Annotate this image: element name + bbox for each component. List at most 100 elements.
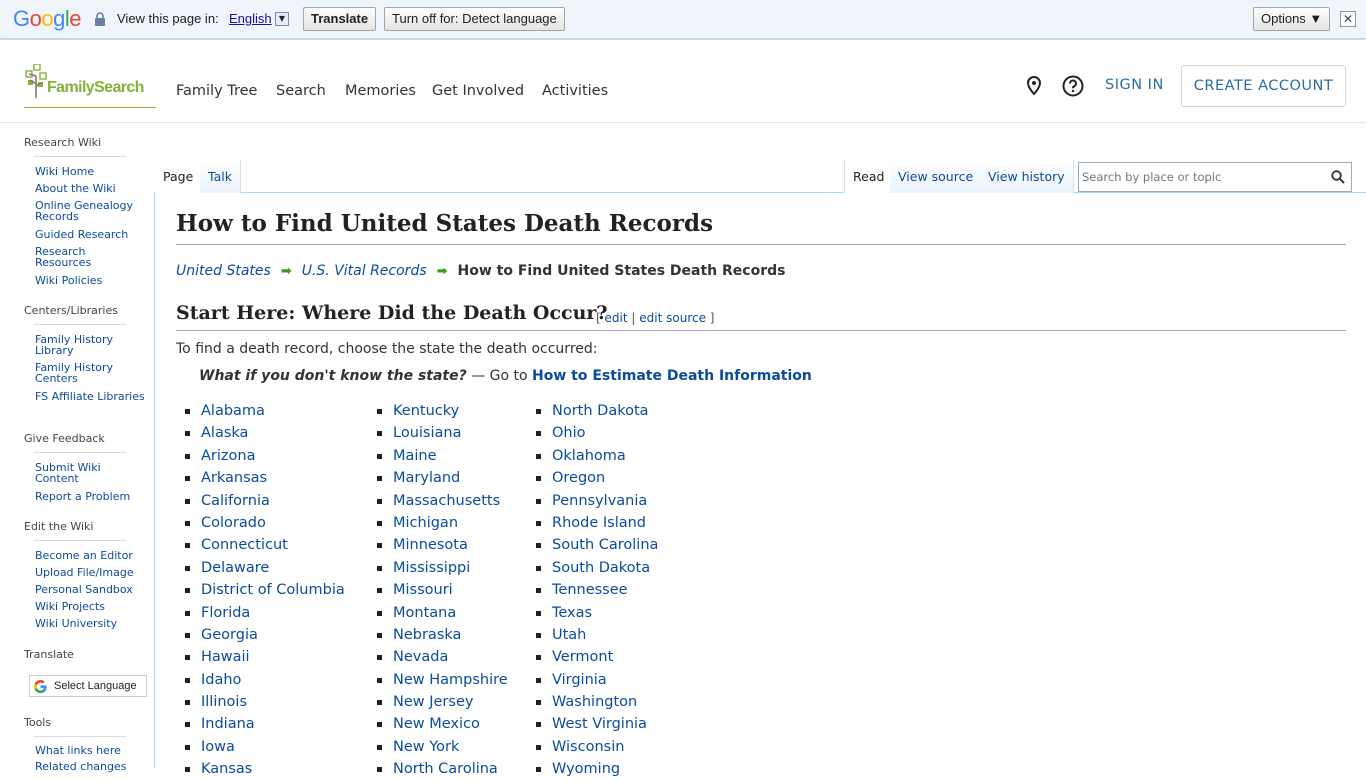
sidebar-item-fh-centers[interactable]: Family History Centers: [35, 362, 145, 384]
nav-get-involved[interactable]: Get Involved: [432, 83, 524, 99]
breadcrumb-vital-records[interactable]: U.S. Vital Records: [302, 263, 427, 279]
sidebar-item-wiki-university[interactable]: Wiki University: [35, 618, 145, 629]
state-link[interactable]: Connecticut: [201, 537, 288, 553]
sidebar-item-wiki-projects[interactable]: Wiki Projects: [35, 601, 145, 612]
state-link[interactable]: New Hampshire: [393, 672, 508, 688]
help-icon[interactable]: [1062, 75, 1084, 97]
state-link[interactable]: Missouri: [393, 582, 453, 598]
state-link[interactable]: New Jersey: [393, 694, 473, 710]
sidebar-item-report-problem[interactable]: Report a Problem: [35, 491, 145, 502]
sidebar-item-wiki-policies[interactable]: Wiki Policies: [35, 275, 145, 286]
state-link[interactable]: New Mexico: [393, 716, 480, 732]
sidebar-item-fh-library[interactable]: Family History Library: [35, 334, 145, 356]
state-link[interactable]: Kentucky: [393, 403, 459, 419]
state-link[interactable]: Vermont: [552, 649, 613, 665]
state-link[interactable]: West Virginia: [552, 716, 647, 732]
language-link[interactable]: English: [229, 11, 272, 26]
state-link[interactable]: Mississippi: [393, 560, 470, 576]
state-link[interactable]: Pennsylvania: [552, 493, 647, 509]
state-link[interactable]: Texas: [552, 605, 592, 621]
sign-in-link[interactable]: SIGN IN: [1105, 77, 1164, 93]
state-link[interactable]: South Carolina: [552, 537, 658, 553]
state-link[interactable]: Iowa: [201, 739, 235, 755]
nav-search[interactable]: Search: [276, 83, 326, 99]
state-link[interactable]: New York: [393, 739, 459, 755]
sidebar-item-fs-affiliate[interactable]: FS Affiliate Libraries: [35, 391, 145, 402]
state-link[interactable]: North Carolina: [393, 761, 498, 777]
translate-button[interactable]: Translate: [303, 7, 377, 31]
state-link[interactable]: Georgia: [201, 627, 258, 643]
familysearch-logo[interactable]: FamilySearch: [24, 64, 156, 108]
state-link[interactable]: Alabama: [201, 403, 265, 419]
state-link[interactable]: Indiana: [201, 716, 255, 732]
chevron-down-icon[interactable]: ▼: [275, 12, 289, 26]
nav-activities[interactable]: Activities: [542, 83, 608, 99]
sidebar-item-what-links[interactable]: What links here: [35, 745, 145, 756]
edit-source-link[interactable]: edit source: [639, 311, 706, 325]
state-link[interactable]: Massachusetts: [393, 493, 500, 509]
state-link[interactable]: Maryland: [393, 470, 460, 486]
search-icon[interactable]: [1331, 170, 1345, 184]
state-link[interactable]: Washington: [552, 694, 637, 710]
state-link[interactable]: Delaware: [201, 560, 269, 576]
state-link[interactable]: Utah: [552, 627, 586, 643]
sidebar-item-wiki-home[interactable]: Wiki Home: [35, 166, 145, 177]
sidebar: Research Wiki Wiki Home About the Wiki O…: [0, 124, 155, 772]
sidebar-item-submit-content[interactable]: Submit Wiki Content: [35, 462, 145, 484]
state-link[interactable]: Wyoming: [552, 761, 620, 777]
sidebar-item-related-changes[interactable]: Related changes: [35, 761, 145, 772]
estimate-death-info-link[interactable]: How to Estimate Death Information: [532, 368, 812, 384]
sidebar-item-online-genealogy[interactable]: Online Genealogy Records: [35, 200, 145, 222]
state-link[interactable]: District of Columbia: [201, 582, 345, 598]
tab-view-source[interactable]: View source: [890, 160, 983, 193]
state-link[interactable]: Tennessee: [552, 582, 628, 598]
state-link[interactable]: Michigan: [393, 515, 458, 531]
state-link[interactable]: Virginia: [552, 672, 607, 688]
state-link[interactable]: Illinois: [201, 694, 247, 710]
state-link[interactable]: Arizona: [201, 448, 255, 464]
tab-page[interactable]: Page: [155, 160, 203, 193]
state-link[interactable]: Ohio: [552, 425, 586, 441]
state-link[interactable]: Idaho: [201, 672, 241, 688]
nav-memories[interactable]: Memories: [345, 83, 416, 99]
select-language-dropdown[interactable]: Select Language: [29, 675, 147, 697]
tab-view-history[interactable]: View history: [980, 160, 1074, 193]
turn-off-button[interactable]: Turn off for: Detect language: [384, 7, 565, 31]
state-link[interactable]: Oklahoma: [552, 448, 626, 464]
sidebar-item-research-resources[interactable]: Research Resources: [35, 246, 145, 268]
tab-talk[interactable]: Talk: [200, 160, 241, 193]
state-link[interactable]: Hawaii: [201, 649, 250, 665]
state-link[interactable]: California: [201, 493, 270, 509]
state-link[interactable]: Kansas: [201, 761, 252, 777]
sidebar-item-become-editor[interactable]: Become an Editor: [35, 550, 145, 561]
state-link[interactable]: Florida: [201, 605, 250, 621]
edit-link[interactable]: edit: [605, 311, 628, 325]
search-input[interactable]: [1082, 170, 1322, 184]
nav-family-tree[interactable]: Family Tree: [176, 83, 257, 99]
sidebar-item-guided-research[interactable]: Guided Research: [35, 229, 145, 240]
state-link[interactable]: Alaska: [201, 425, 248, 441]
state-link[interactable]: Maine: [393, 448, 437, 464]
close-icon[interactable]: ✕: [1340, 11, 1356, 27]
tab-read[interactable]: Read: [844, 160, 894, 193]
breadcrumb-united-states[interactable]: United States: [176, 263, 271, 279]
state-link[interactable]: Nebraska: [393, 627, 461, 643]
state-link[interactable]: Montana: [393, 605, 456, 621]
sidebar-item-about-wiki[interactable]: About the Wiki: [35, 183, 145, 194]
sidebar-item-sandbox[interactable]: Personal Sandbox: [35, 584, 145, 595]
state-link[interactable]: Colorado: [201, 515, 266, 531]
state-link[interactable]: Minnesota: [393, 537, 468, 553]
location-pin-icon[interactable]: [1025, 76, 1043, 96]
state-link[interactable]: Wisconsin: [552, 739, 624, 755]
create-account-button[interactable]: CREATE ACCOUNT: [1181, 65, 1346, 107]
list-item: Alaska: [177, 423, 345, 445]
state-link[interactable]: Arkansas: [201, 470, 267, 486]
sidebar-item-upload[interactable]: Upload File/Image: [35, 567, 145, 578]
state-link[interactable]: Louisiana: [393, 425, 461, 441]
state-link[interactable]: South Dakota: [552, 560, 650, 576]
state-link[interactable]: North Dakota: [552, 403, 649, 419]
state-link[interactable]: Nevada: [393, 649, 448, 665]
options-button[interactable]: Options ▼: [1253, 7, 1331, 31]
state-link[interactable]: Oregon: [552, 470, 605, 486]
state-link[interactable]: Rhode Island: [552, 515, 646, 531]
